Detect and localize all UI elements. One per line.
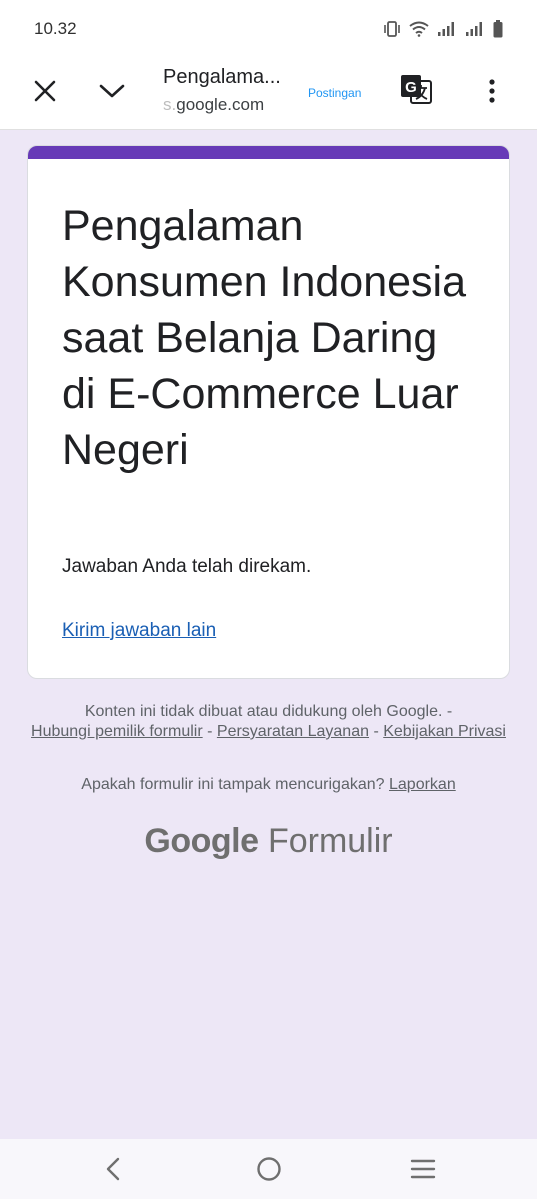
- more-options-button[interactable]: [480, 74, 504, 108]
- chevron-down-icon: [99, 84, 125, 98]
- card-accent-bar: [28, 146, 509, 159]
- svg-text:G: G: [405, 79, 417, 96]
- signal-icon: [438, 22, 454, 36]
- report-prompt: Apakah formulir ini tampak mencurigakan?…: [30, 776, 507, 794]
- more-vert-icon: [489, 79, 495, 103]
- google-forms-logo: Google Formulir: [0, 822, 537, 861]
- vibrate-icon: [384, 21, 400, 37]
- signal-icon: [466, 22, 482, 36]
- terms-link[interactable]: Persyaratan Layanan: [217, 723, 369, 740]
- system-nav-bar: [0, 1139, 537, 1199]
- page-url: s.google.com: [163, 95, 298, 115]
- recents-icon: [410, 1159, 436, 1179]
- url-prefix: s.: [163, 95, 177, 114]
- translate-icon: G: [401, 75, 432, 104]
- url-domain: google.com: [176, 95, 265, 114]
- status-icons: [383, 20, 503, 38]
- back-icon: [106, 1157, 120, 1181]
- brand-forms: Formulir: [267, 822, 393, 860]
- close-icon: [34, 80, 56, 102]
- wifi-icon: [409, 21, 429, 37]
- status-time: 10.32: [34, 19, 77, 38]
- submit-another-link[interactable]: Kirim jawaban lain: [62, 620, 216, 642]
- close-button[interactable]: [28, 74, 62, 108]
- form-response-card: Pengalaman Konsumen Indonesia saat Belan…: [27, 145, 510, 679]
- page-title: Pengalama...: [163, 66, 281, 88]
- separator: -: [373, 723, 379, 740]
- separator: -: [207, 723, 213, 740]
- disclaimer-text: Konten ini tidak dibuat atau didukung ol…: [84, 703, 453, 720]
- page-title-block: Pengalama... s.google.com: [163, 66, 298, 115]
- postingan-badge[interactable]: Postingan: [308, 86, 361, 100]
- confirmation-message: Jawaban Anda telah direkam.: [62, 556, 312, 577]
- contact-owner-link[interactable]: Hubungi pemilik formulir: [31, 723, 203, 740]
- nav-back-button[interactable]: [100, 1155, 128, 1183]
- privacy-link[interactable]: Kebijakan Privasi: [383, 723, 506, 740]
- status-bar: 10.32: [0, 0, 537, 58]
- nav-home-button[interactable]: [255, 1155, 283, 1183]
- form-title: Pengalaman Konsumen Indonesia saat Belan…: [62, 202, 467, 474]
- suspicious-text: Apakah formulir ini tampak mencurigakan?: [81, 776, 385, 793]
- report-link[interactable]: Laporkan: [389, 776, 456, 793]
- battery-icon: [493, 20, 503, 38]
- collapse-button[interactable]: [94, 74, 130, 108]
- footer-disclaimer: Konten ini tidak dibuat atau didukung ol…: [30, 702, 507, 742]
- browser-app-bar: Pengalama... s.google.com Postingan G: [0, 58, 537, 130]
- home-icon: [257, 1157, 281, 1181]
- brand-google: Google: [144, 822, 259, 860]
- nav-recents-button[interactable]: [409, 1155, 437, 1183]
- translate-button[interactable]: G: [398, 72, 434, 108]
